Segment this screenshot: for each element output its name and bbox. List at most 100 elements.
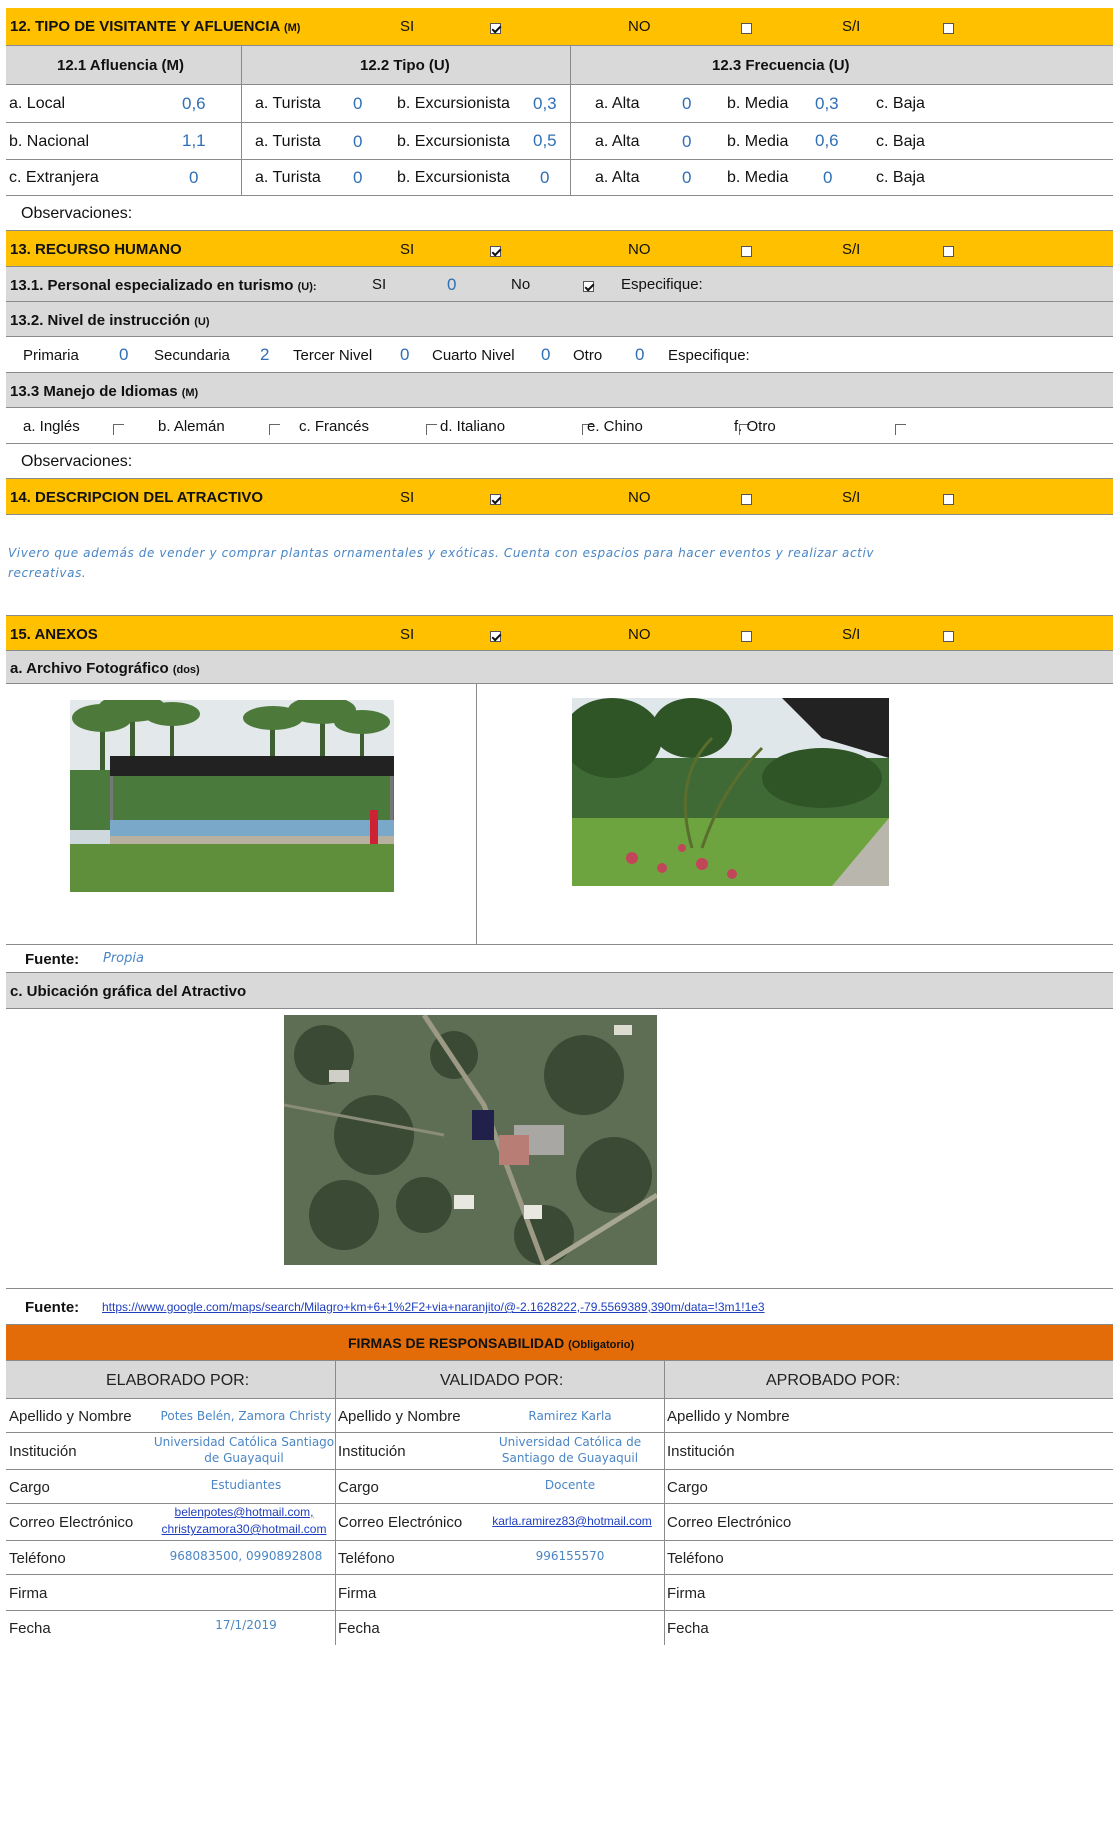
- col-tipo: 12.2 Tipo (U): [360, 57, 450, 74]
- section-14-title: 14. DESCRIPCION DEL ATRACTIVO: [10, 489, 264, 506]
- afluencia-value: 1,1: [182, 131, 206, 150]
- cargo-label: Cargo: [667, 1479, 708, 1496]
- correo-label: Correo Electrónico: [9, 1514, 134, 1531]
- sin-informacion-checkbox[interactable]: [942, 246, 954, 257]
- map-row: [6, 1009, 1113, 1289]
- observaciones-label: Observaciones:: [21, 453, 133, 470]
- idioma-checkbox[interactable]: [425, 424, 437, 435]
- no-label: NO: [628, 241, 651, 258]
- telefono-label: Teléfono: [338, 1550, 395, 1567]
- sin-informacion-checkbox[interactable]: [942, 631, 954, 642]
- nivel-label: Secundaria: [154, 347, 230, 364]
- si-label: SI: [400, 241, 415, 258]
- section-15-header: 15. ANEXOS SI NO S/I: [6, 615, 1113, 651]
- idioma-checkbox[interactable]: [113, 424, 124, 435]
- sin-informacion-label: S/I: [842, 489, 861, 506]
- no-checkbox[interactable]: [583, 281, 594, 292]
- afluencia-name: b. Nacional: [9, 133, 90, 150]
- col-afluencia: 12.1 Afluencia (M): [57, 57, 184, 74]
- si-value: 0: [447, 275, 457, 294]
- elaborado-correo-1[interactable]: belenpotes@hotmail.com,: [152, 1505, 336, 1519]
- institucion-label: Institución: [338, 1443, 406, 1460]
- idioma-label: c. Francés: [299, 418, 370, 435]
- nivel-label: Cuarto Nivel: [432, 347, 515, 364]
- sin-informacion-label: S/I: [842, 626, 861, 643]
- si-checkbox[interactable]: [490, 246, 501, 257]
- col-frecuencia: 12.3 Frecuencia (U): [712, 57, 850, 74]
- table-row: c. Extranjera 0 a. Turista 0 b. Excursio…: [6, 160, 1113, 196]
- personal-especializado-row: 13.1. Personal especializado en turismo …: [6, 267, 1113, 302]
- no-checkbox[interactable]: [741, 631, 753, 642]
- firma-label: Firma: [667, 1585, 706, 1602]
- personal-especializado-label: 13.1. Personal especializado en turismo …: [10, 277, 317, 294]
- section-15-title: 15. ANEXOS: [10, 626, 98, 643]
- validado-nombre: Ramirez Karla: [528, 1409, 612, 1423]
- nivel-value: 0: [635, 345, 645, 364]
- no-checkbox[interactable]: [741, 246, 753, 257]
- ubicacion-header: c. Ubicación gráfica del Atractivo: [6, 973, 1113, 1009]
- alta-value: 0: [682, 132, 692, 151]
- no-checkbox[interactable]: [741, 23, 753, 34]
- idioma-label: b. Alemán: [158, 418, 225, 435]
- pool-photo: [70, 700, 394, 892]
- aprobado-por-header: APROBADO POR:: [766, 1372, 901, 1389]
- si-checkbox[interactable]: [490, 494, 501, 505]
- no-label: NO: [628, 626, 651, 643]
- fuente-mapa-row: Fuente: https://www.google.com/maps/sear…: [6, 1289, 1113, 1325]
- elaborado-correo-2[interactable]: christyzamora30@hotmail.com: [152, 1522, 336, 1536]
- no-checkbox[interactable]: [741, 494, 753, 505]
- idioma-label: a. Inglés: [23, 418, 80, 435]
- idioma-checkbox[interactable]: [269, 424, 281, 435]
- nivel-value: 2: [260, 345, 270, 364]
- firmas-columns: ELABORADO POR: VALIDADO POR: APROBADO PO…: [6, 1361, 1113, 1399]
- telefono-label: Teléfono: [9, 1550, 66, 1567]
- excursionista-label: b. Excursionista: [397, 133, 510, 150]
- afluencia-name: c. Extranjera: [9, 169, 99, 186]
- no-label: NO: [628, 18, 651, 35]
- fuente-mapa-link[interactable]: https://www.google.com/maps/search/Milag…: [102, 1300, 765, 1314]
- institucion-label: Institución: [667, 1443, 735, 1460]
- nivel-label: Tercer Nivel: [293, 347, 373, 364]
- section-12-title: 12. TIPO DE VISITANTE Y AFLUENCIA (M): [10, 18, 301, 35]
- si-checkbox[interactable]: [490, 631, 501, 642]
- telefono-label: Teléfono: [667, 1550, 724, 1567]
- archivo-fotografico-header: a. Archivo Fotográfico (dos): [6, 651, 1113, 684]
- validado-correo[interactable]: karla.ramirez83@hotmail.com: [482, 1514, 662, 1528]
- nivel-value: 0: [400, 345, 410, 364]
- media-value: 0,6: [815, 131, 839, 150]
- firma-label: Firma: [9, 1585, 48, 1602]
- correo-label: Correo Electrónico: [667, 1514, 792, 1531]
- si-checkbox[interactable]: [490, 23, 501, 34]
- excursionista-label: b. Excursionista: [397, 95, 510, 112]
- elaborado-telefono: 968083500, 0990892808: [169, 1549, 323, 1563]
- section-13-header: 13. RECURSO HUMANO SI NO S/I: [6, 231, 1113, 267]
- idioma-checkbox[interactable]: [895, 424, 907, 435]
- observaciones-row: Observaciones:: [6, 444, 1113, 479]
- nivel-label: Primaria: [23, 347, 79, 364]
- si-label: SI: [400, 489, 415, 506]
- firma-row-fecha: Fecha 17/1/2019 Fecha Fecha: [6, 1611, 1113, 1645]
- fuente-foto-row: Fuente: Propia: [6, 945, 1113, 973]
- alta-label: a. Alta: [595, 95, 640, 112]
- sin-informacion-checkbox[interactable]: [942, 23, 954, 34]
- afluencia-value: 0,6: [182, 94, 206, 113]
- nivel-value: 0: [119, 345, 129, 364]
- firma-row-correo: Correo Electrónico belenpotes@hotmail.co…: [6, 1504, 1113, 1541]
- afluencia-name: a. Local: [9, 95, 66, 112]
- si-label: SI: [400, 626, 415, 643]
- cargo-label: Cargo: [9, 1479, 50, 1496]
- idiomas-header: 13.3 Manejo de Idiomas (M): [6, 373, 1113, 408]
- elaborado-por-header: ELABORADO POR:: [106, 1372, 250, 1389]
- section-12-columns: 12.1 Afluencia (M) 12.2 Tipo (U) 12.3 Fr…: [6, 46, 1113, 85]
- media-label: b. Media: [727, 133, 789, 150]
- media-value: 0,3: [815, 94, 839, 113]
- excursionista-value: 0: [540, 168, 550, 187]
- media-value: 0: [823, 168, 833, 187]
- nivel-value: 0: [541, 345, 551, 364]
- elaborado-institucion-line1: Universidad Católica Santiago: [153, 1435, 335, 1449]
- si-label: SI: [400, 18, 415, 35]
- sin-informacion-checkbox[interactable]: [942, 494, 954, 505]
- validado-por-header: VALIDADO POR:: [440, 1372, 564, 1389]
- idioma-label: e. Chino: [587, 418, 643, 435]
- table-row: a. Local 0,6 a. Turista 0 b. Excursionis…: [6, 85, 1113, 123]
